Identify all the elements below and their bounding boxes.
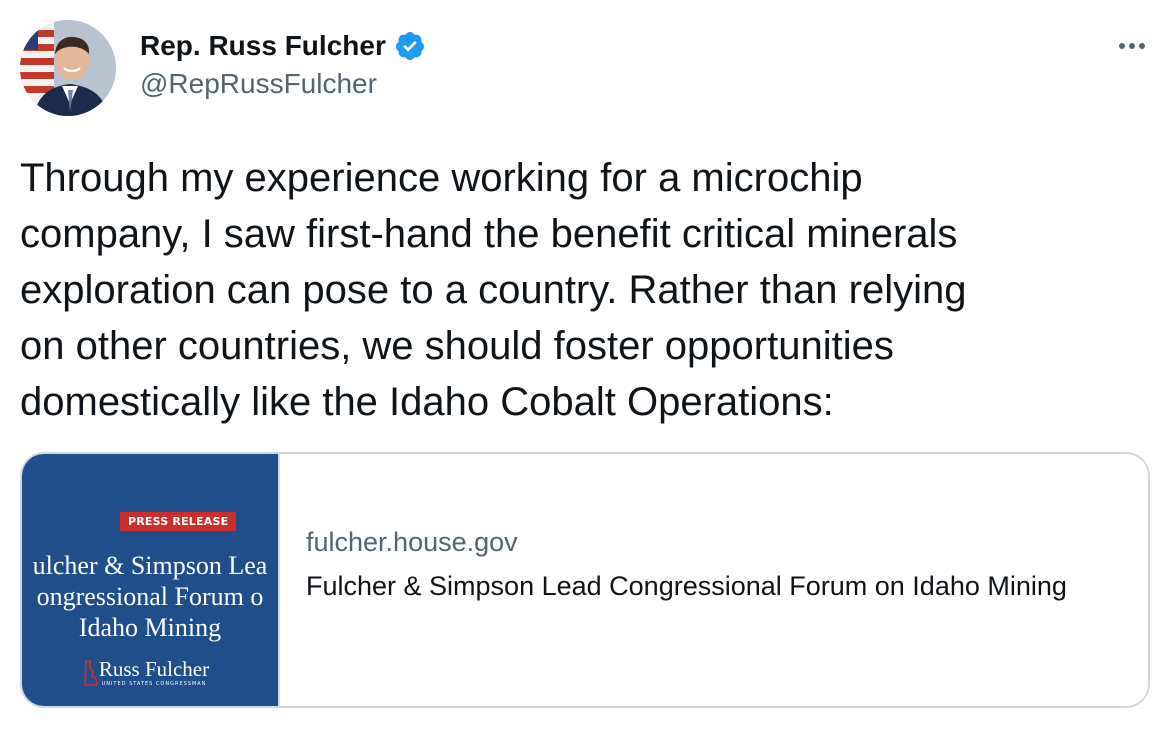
profile-photo-icon: [20, 20, 116, 116]
more-options-button[interactable]: [1112, 30, 1152, 62]
thumbnail-headline-line: ongressional Forum o: [36, 582, 264, 611]
verified-badge-icon: [395, 32, 424, 60]
congressman-logo: Russ Fulcher UNITED STATES CONGRESSMAN: [84, 658, 224, 687]
card-body: fulcher.house.gov Fulcher & Simpson Lead…: [280, 454, 1148, 706]
logo-name: Russ Fulcher: [98, 657, 210, 681]
thumbnail-headline-line: ulcher & Simpson Lea: [32, 551, 268, 580]
thumbnail-headline: ulcher & Simpson Lea ongressional Forum …: [22, 550, 278, 643]
tweet-text: Through my experience working for a micr…: [20, 156, 967, 424]
card-thumbnail[interactable]: PRESS RELEASE ulcher & Simpson Lea ongre…: [22, 454, 280, 706]
press-release-badge: PRESS RELEASE: [120, 512, 237, 531]
author-handle[interactable]: @RepRussFulcher: [140, 68, 377, 100]
link-preview-card[interactable]: PRESS RELEASE ulcher & Simpson Lea ongre…: [20, 452, 1150, 708]
author-name-row: Rep. Russ Fulcher: [140, 28, 426, 64]
thumbnail-headline-line: Idaho Mining: [78, 613, 222, 642]
display-name[interactable]: Rep. Russ Fulcher: [140, 30, 386, 62]
more-dot: [1139, 43, 1145, 49]
more-dot: [1129, 43, 1135, 49]
card-title[interactable]: Fulcher & Simpson Lead Congressional For…: [306, 566, 1086, 606]
card-domain: fulcher.house.gov: [306, 527, 518, 557]
logo-subtitle: UNITED STATES CONGRESSMAN: [101, 681, 207, 687]
avatar[interactable]: [20, 20, 116, 116]
more-horizontal-icon: [1119, 43, 1125, 49]
tweet: Rep. Russ Fulcher @RepRussFulcher Throug…: [0, 0, 1170, 734]
